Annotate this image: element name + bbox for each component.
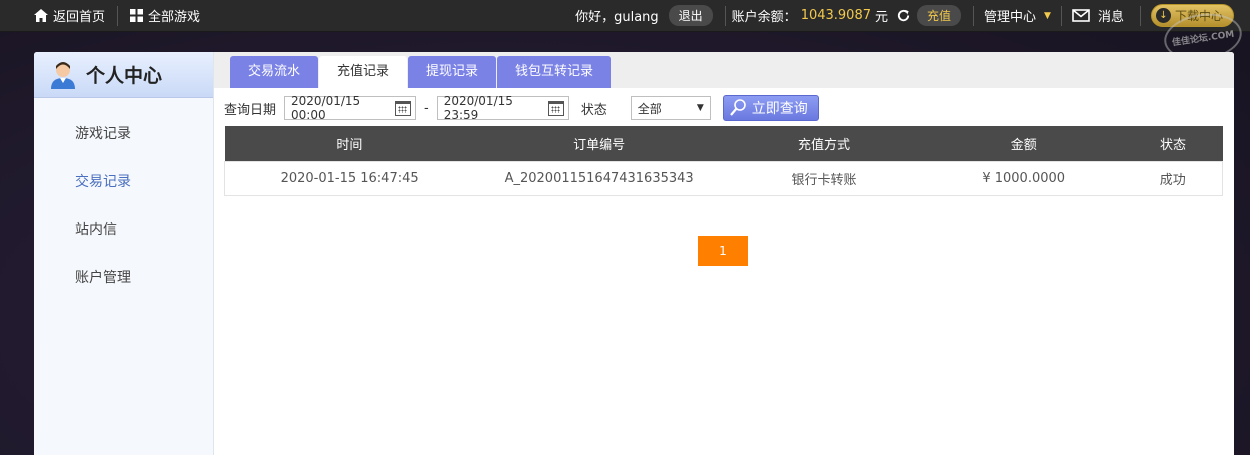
tab-withdrawal-records[interactable]: 提现记录 xyxy=(408,56,497,88)
logout-button[interactable]: 退出 xyxy=(668,5,713,26)
tab-transaction-flow[interactable]: 交易流水 xyxy=(230,56,319,88)
date-label: 查询日期 xyxy=(224,102,277,118)
greeting-text: 你好，gulang xyxy=(575,10,659,25)
sidebar-item-transaction-records[interactable]: 交易记录 xyxy=(34,158,213,206)
currency-label: 元 xyxy=(875,10,889,25)
status-select[interactable]: 全部 ▼ xyxy=(630,96,711,120)
top-bar: 返回首页 全部游戏 你好，gulang 退出 账户余额： 1043.9087 元… xyxy=(0,0,1250,32)
all-games-link[interactable]: 全部游戏 xyxy=(118,0,212,31)
header-time: 时间 xyxy=(336,137,363,153)
download-icon: ↓ xyxy=(1155,8,1171,23)
tab-recharge-records[interactable]: 充值记录 xyxy=(319,56,408,88)
sidebar-menu: 游戏记录 交易记录 站内信 账户管理 xyxy=(34,98,213,302)
main-content: 交易流水 充值记录 提现记录 钱包互转记录 查询日期 2020/01/15 00… xyxy=(214,52,1234,455)
header-order-number: 订单编号 xyxy=(573,137,626,153)
cell-status: 成功 xyxy=(1159,172,1186,188)
sidebar-title: 个人中心 xyxy=(86,65,163,87)
dropdown-arrow-icon: ▼ xyxy=(696,103,704,113)
filter-bar: 查询日期 2020/01/15 00:00 - 2020/01/15 23:59… xyxy=(214,90,1234,126)
mail-icon[interactable] xyxy=(1072,9,1090,22)
calendar-icon[interactable] xyxy=(548,100,564,116)
user-avatar-icon xyxy=(51,61,75,89)
date-to-value: 2020/01/15 23:59 xyxy=(443,94,513,122)
calendar-icon[interactable] xyxy=(395,100,412,116)
home-link-label: 返回首页 xyxy=(53,10,106,25)
status-label: 状态 xyxy=(580,102,607,118)
messages-link[interactable]: 消息 xyxy=(1098,6,1124,25)
recharge-button[interactable]: 充值 xyxy=(917,5,962,26)
sidebar-item-game-records[interactable]: 游戏记录 xyxy=(34,110,213,158)
date-to-input[interactable]: 2020/01/15 23:59 xyxy=(436,94,569,122)
cell-recharge-method: 银行卡转账 xyxy=(791,172,857,188)
table-row: 2020-01-15 16:47:45 A_202001151647431635… xyxy=(224,161,1223,195)
sidebar-item-account-management[interactable]: 账户管理 xyxy=(34,254,213,302)
magnifier-icon xyxy=(729,99,746,116)
header-status: 状态 xyxy=(1160,137,1187,153)
search-button[interactable]: 立即查询 xyxy=(722,95,819,121)
balance-label: 账户余额： xyxy=(731,10,797,25)
tab-bar: 交易流水 充值记录 提现记录 钱包互转记录 xyxy=(214,52,1234,88)
date-separator: - xyxy=(424,100,429,116)
sidebar-header: 个人中心 xyxy=(34,52,213,98)
all-games-label: 全部游戏 xyxy=(148,10,201,25)
status-select-value: 全部 xyxy=(637,101,662,116)
watermark-text: 佳佳论坛.COM xyxy=(1171,29,1235,48)
header-amount: 金额 xyxy=(1010,137,1037,153)
divider xyxy=(1060,5,1062,26)
sidebar: 个人中心 游戏记录 交易记录 站内信 账户管理 xyxy=(34,52,214,455)
header-recharge-method: 充值方式 xyxy=(797,137,850,153)
balance-value: 1043.9087 xyxy=(800,8,871,23)
home-icon xyxy=(34,9,48,22)
tab-wallet-transfer-records[interactable]: 钱包互转记录 xyxy=(497,56,612,88)
chevron-down-icon[interactable]: ▼ xyxy=(1044,11,1051,21)
divider xyxy=(1139,5,1141,26)
admin-center-menu[interactable]: 管理中心 xyxy=(984,6,1036,25)
records-table: 时间 订单编号 充值方式 金额 状态 2020-01-15 16:47:45 A… xyxy=(224,126,1223,196)
sidebar-item-inbox[interactable]: 站内信 xyxy=(34,206,213,254)
account-panel: 个人中心 游戏记录 交易记录 站内信 账户管理 交易流水 充值记录 提现记录 钱… xyxy=(34,52,1234,455)
cell-order-number: A_20200115164743163534​3 xyxy=(504,170,694,186)
refresh-icon[interactable] xyxy=(896,8,911,23)
search-button-label: 立即查询 xyxy=(751,101,808,117)
home-link[interactable]: 返回首页 xyxy=(0,0,117,31)
cell-amount: ¥ 1000.0000 xyxy=(982,170,1066,186)
pagination-page-1[interactable]: 1 xyxy=(698,236,748,266)
date-from-value: 2020/01/15 00:00 xyxy=(291,94,361,122)
date-from-input[interactable]: 2020/01/15 00:00 xyxy=(284,94,417,122)
cell-time: 2020-01-15 16:47:45 xyxy=(280,170,419,186)
divider xyxy=(973,5,975,26)
table-header-row: 时间 订单编号 充值方式 金额 状态 xyxy=(224,126,1223,161)
divider xyxy=(724,5,726,26)
grid-icon xyxy=(130,9,144,22)
